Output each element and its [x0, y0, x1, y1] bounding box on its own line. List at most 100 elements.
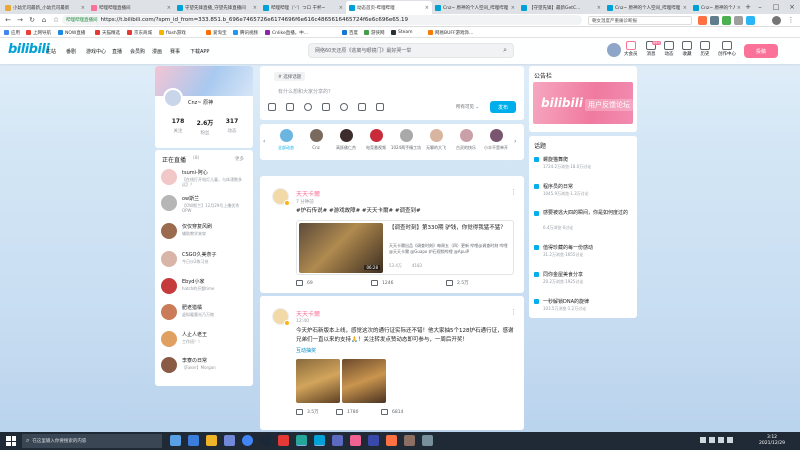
nav-mall[interactable]: 会员购 — [130, 48, 145, 55]
close-icon[interactable]: × — [253, 5, 257, 11]
browser-tab[interactable]: Cnz~ 原神的个人空间_哔哩哔哩× — [432, 1, 518, 14]
post-image[interactable] — [342, 359, 386, 403]
up-item[interactable]: 1024两手精工坊 — [391, 129, 421, 151]
extension-icon[interactable] — [698, 16, 707, 25]
profile-avatar[interactable] — [163, 88, 183, 108]
more-icon[interactable]: ⋮ — [510, 308, 517, 316]
app-icon[interactable] — [350, 435, 361, 446]
menu-icon[interactable]: ⋮ — [786, 15, 796, 25]
app-icon[interactable] — [404, 435, 415, 446]
taskbar-search[interactable]: ⌕ 在这里输入你要搜索的内容 — [22, 434, 162, 448]
app-icon[interactable] — [296, 435, 307, 446]
tray-icon[interactable] — [700, 437, 706, 443]
visibility-select[interactable]: 所有可见 ⌄ — [456, 104, 479, 110]
taskbar-search-input[interactable]: 在这里输入你要搜索的内容 — [32, 438, 86, 444]
profile-name[interactable]: Cnz~ 原神 — [188, 99, 213, 106]
nav-live[interactable]: 直播 — [112, 48, 122, 55]
browser-tab[interactable]: 守望先锋直播_守望先锋直播间 × — [174, 1, 260, 14]
bookmark-item[interactable]: 上网导航 — [26, 28, 51, 37]
stat-dynamics[interactable]: 317 动态 — [217, 118, 247, 134]
site-search-input[interactable]: 网络60天还原《逃离与眼镜门》最好哭一举 — [315, 47, 411, 54]
post-author[interactable]: 天天卡爾 — [296, 309, 320, 318]
up-item[interactable]: 古灵的快乐 — [452, 129, 480, 151]
publish-button[interactable]: 发布 — [490, 101, 516, 113]
bookmark-item[interactable]: 百度 — [342, 28, 358, 37]
chrome-icon[interactable] — [242, 435, 253, 446]
bookmark-item[interactable]: 游侠网 — [364, 28, 385, 37]
bookmark-item[interactable]: 天猫精选 — [95, 28, 120, 37]
browser-tab[interactable]: Cnz~ 原神的个人空间_哔哩哔哩× — [690, 1, 744, 14]
chevron-right-icon[interactable]: › — [514, 138, 516, 145]
close-icon[interactable]: × — [339, 5, 343, 11]
browser-tab[interactable]: 【守望先锋】最新GetC... × — [518, 1, 604, 14]
list-item[interactable]: ow斯兰 【OW斯兰】12月29号上播优秀OPW — [161, 194, 249, 214]
back-icon[interactable]: ← — [3, 15, 13, 25]
list-item[interactable]: Ebyd小家 hatch的开题time — [161, 277, 249, 297]
bilibili-logo[interactable]: bilibili — [8, 42, 50, 57]
task-view-icon[interactable] — [170, 435, 181, 446]
close-icon[interactable]: × — [81, 5, 85, 11]
video-title[interactable]: 【调查时刻】第330期 驴钱，你觉得我猛不猛？ — [389, 225, 511, 233]
header-favorites[interactable]: 收藏 — [682, 41, 692, 57]
search-icon[interactable]: ⌕ — [503, 46, 507, 55]
extension-icon[interactable] — [710, 16, 719, 25]
mention-icon[interactable] — [304, 103, 312, 111]
profile-icon[interactable] — [772, 16, 781, 25]
avatar[interactable] — [606, 42, 622, 58]
video-thumbnail[interactable]: 06:28 — [299, 223, 383, 273]
bookmark-item[interactable]: 腾讯视频 — [233, 28, 258, 37]
topic-item[interactable]: 感要被逃大四的瞬间，你是如何度过的 6.4万浏览·0讨论 — [534, 210, 634, 234]
live-more-link[interactable]: 更多 — [235, 156, 244, 162]
new-tab-button[interactable]: + — [744, 0, 752, 14]
header-dynamics[interactable]: 动态 — [664, 41, 674, 57]
bookmark-item[interactable]: 应用 — [4, 28, 20, 37]
close-icon[interactable]: × — [737, 5, 741, 11]
bookmark-item[interactable]: 爱淘宝 — [206, 28, 227, 37]
stat-followers[interactable]: 2.6万 粉丝 — [190, 118, 220, 136]
bookmark-item[interactable]: 京东商城 — [127, 28, 152, 37]
like-button[interactable]: 2.5万 — [446, 280, 469, 286]
bookmark-item[interactable]: 网易BUFF游戏饰... — [428, 28, 473, 37]
ime-icon[interactable] — [727, 437, 733, 443]
contribute-button[interactable]: 投稿 — [744, 44, 778, 58]
windows-start-icon[interactable] — [6, 436, 16, 446]
home-icon[interactable]: ⌂ — [39, 15, 49, 25]
more-icon[interactable]: ⋮ — [510, 188, 517, 196]
browser-tab[interactable]: 哔哩哔哩直播间 × — [88, 1, 174, 14]
edge-icon[interactable] — [188, 435, 199, 446]
bookmark-item[interactable]: flash游戏 — [159, 28, 186, 37]
minimize-icon[interactable]: – — [752, 0, 768, 14]
close-icon[interactable]: × — [683, 5, 687, 11]
topic-item[interactable]: 螺旋猫舞爬 1724.2万浏览·18.0万讨论 — [534, 156, 634, 176]
close-icon[interactable]: × — [511, 5, 515, 11]
up-item-all[interactable]: 全部动态 — [272, 129, 300, 151]
topic-item[interactable]: 值得珍藏的每一份感动 31.2万浏览·1655讨论 — [534, 244, 634, 264]
emoji-icon[interactable] — [268, 103, 276, 111]
nav-anime[interactable]: 番剧 — [66, 48, 76, 55]
app-icon[interactable] — [332, 435, 343, 446]
volume-icon[interactable] — [718, 437, 724, 443]
nav-download-app[interactable]: 下载APP — [190, 48, 209, 55]
up-item[interactable]: 无聊的大飞 — [422, 129, 450, 151]
bookmark-item[interactable]: Steam — [391, 28, 413, 37]
bookmark-item[interactable]: Cnlike直播，中... — [265, 28, 308, 37]
nav-main[interactable]: 主站 — [46, 48, 56, 55]
comment-button[interactable]: 1780 — [336, 409, 358, 415]
post-author[interactable]: 天天卡爾 — [296, 189, 320, 198]
post-image[interactable] — [296, 359, 340, 403]
bookmark-item[interactable]: NOW直播 — [58, 28, 85, 37]
star-icon[interactable]: ☆ — [51, 15, 61, 25]
schedule-icon[interactable] — [340, 103, 348, 111]
video-card[interactable]: 06:28 【调查时刻】第330期 驴钱，你觉得我猛不猛？ 天天卡爾出品《调查时… — [296, 220, 514, 275]
list-item[interactable]: 人止人老王 工作班！！ — [161, 330, 249, 350]
extension-icon[interactable] — [734, 16, 743, 25]
bilibili-app-icon[interactable] — [314, 435, 325, 446]
lottery-icon[interactable] — [376, 103, 384, 111]
topic-item[interactable]: 程序员的日常 1045.9万浏览·1.3万讨论 — [534, 183, 634, 203]
stat-following[interactable]: 178 关注 — [163, 118, 193, 134]
nav-comics[interactable]: 漫画 — [152, 48, 162, 55]
list-item[interactable]: CSGO久美奈子 今日沙2练习技 — [161, 250, 249, 270]
maximize-icon[interactable]: □ — [768, 0, 784, 14]
browser-search-box[interactable]: 朝女温度严重痛诊断报 — [588, 16, 692, 25]
list-item[interactable]: 肥老猎橘 虚拟暖墨光乃万物 — [161, 303, 249, 323]
